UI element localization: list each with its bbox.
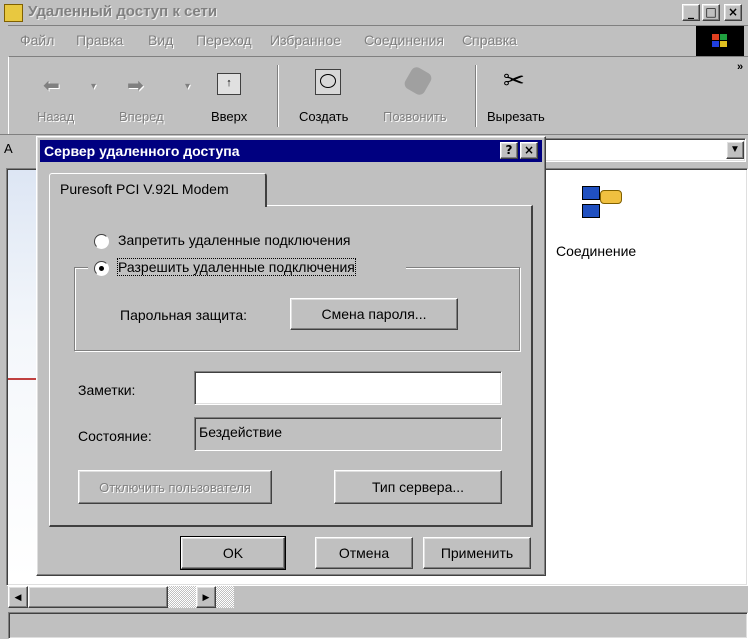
tab-modem-label: Puresoft PCI V.92L Modem [60,181,229,197]
scroll-thumb[interactable] [28,586,168,608]
back-dropdown-icon[interactable]: ▾ [91,81,96,92]
create-connection-icon [315,69,341,95]
up-button-label[interactable]: Вверх [211,109,247,124]
dialup-connection-icon[interactable] [582,186,622,226]
scroll-left-button[interactable]: ◀ [8,586,28,608]
main-title-text: Удаленный доступ к сети [28,3,218,20]
status-label: Состояние: [78,428,152,444]
address-input[interactable] [520,138,746,162]
change-password-button[interactable]: Смена пароля... [290,298,458,330]
menu-file[interactable]: Файл [20,32,54,48]
toolbar-separator-2 [475,65,477,127]
forward-arrow-icon: ➡ [127,75,144,97]
connection-label[interactable]: Соединение [556,243,636,259]
folder-icon [4,4,23,22]
toolbar-overflow-icon[interactable]: » [737,61,743,73]
forward-button-label[interactable]: Вперед [119,109,164,124]
apply-button[interactable]: Применить [423,537,531,569]
minimize-button[interactable]: _ [682,4,700,21]
horizontal-scrollbar[interactable]: ◀ ▶ [8,586,234,608]
back-arrow-icon: ⬅ [43,75,60,97]
toolbar: ⬅ ▾ Назад ➡ ▾ Вперед ↑ Вверх Создать Поз… [8,56,748,135]
dialog-title-text: Сервер удаленного доступа [44,143,240,159]
close-button[interactable]: × [724,4,742,21]
notes-label: Заметки: [78,382,136,398]
radio-allow[interactable] [94,261,109,276]
tab-modem[interactable]: Puresoft PCI V.92L Modem [49,173,267,207]
dialog-close-button[interactable]: × [520,142,538,159]
menu-favorites[interactable]: Избранное [270,32,341,48]
disconnect-user-button[interactable]: Отключить пользователя [78,470,272,504]
server-type-button[interactable]: Тип сервера... [334,470,502,504]
scroll-right-button[interactable]: ▶ [196,586,216,608]
menu-connections[interactable]: Соединения [364,32,444,48]
radio-allow-label[interactable]: Разрешить удаленные подключения [117,258,356,276]
tab-panel: Запретить удаленные подключения Разрешит… [49,205,533,527]
status-field: Бездействие [194,417,502,451]
up-folder-icon: ↑ [217,73,241,95]
address-label-fragment: А [4,141,13,156]
status-bar [8,612,748,639]
phone-icon [402,65,434,97]
dial-button-label[interactable]: Позвонить [383,109,447,124]
menu-help[interactable]: Справка [462,32,517,48]
ok-button[interactable]: OK [180,536,286,570]
help-button[interactable]: ? [500,142,518,159]
radio-deny[interactable] [94,234,109,249]
windows-logo-icon [696,26,744,56]
forward-dropdown-icon[interactable]: ▾ [185,81,190,92]
menu-bar: Файл Правка Вид Переход Избранное Соедин… [8,25,748,56]
notes-input[interactable] [194,371,502,405]
back-button-label[interactable]: Назад [37,109,74,124]
radio-deny-label[interactable]: Запретить удаленные подключения [118,232,351,248]
menu-view[interactable]: Вид [148,32,173,48]
password-label: Парольная защита: [120,307,248,323]
menu-edit[interactable]: Правка [76,32,123,48]
menu-go[interactable]: Переход [196,32,252,48]
status-value: Бездействие [199,424,283,440]
maximize-button[interactable]: □ [702,4,720,21]
scissors-icon: ✂ [503,65,525,95]
cancel-button[interactable]: Отмена [315,537,413,569]
cut-button-label[interactable]: Вырезать [487,109,545,124]
main-title-bar[interactable]: Удаленный доступ к сети _ □ × [0,0,748,26]
dialog-window: Сервер удаленного доступа ? × Puresoft P… [36,136,546,576]
dialog-title-bar[interactable]: Сервер удаленного доступа ? × [40,140,542,162]
toolbar-separator [277,65,279,127]
address-dropdown-button[interactable]: ▼ [726,141,744,159]
create-button-label[interactable]: Создать [299,109,348,124]
